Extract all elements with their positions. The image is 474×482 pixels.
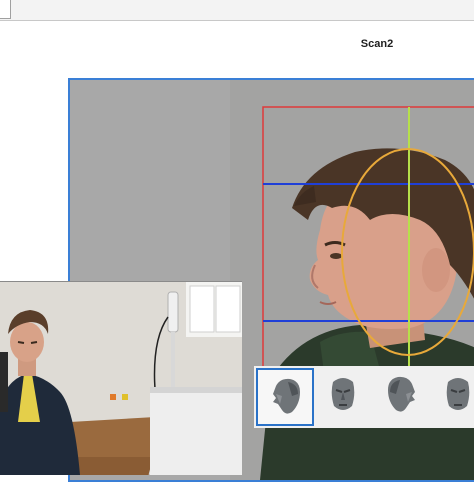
pose-thumb-2[interactable] bbox=[316, 368, 374, 426]
head-three-quarter-right-icon bbox=[388, 376, 415, 412]
room-camera-inset bbox=[0, 281, 242, 475]
window-topbar bbox=[0, 0, 474, 21]
head-front-small-icon bbox=[446, 378, 470, 410]
scan-title: Scan2 bbox=[360, 38, 394, 50]
room-camera-feed bbox=[0, 282, 242, 475]
head-three-quarter-left-icon bbox=[273, 378, 300, 414]
pose-thumb-3[interactable] bbox=[376, 368, 434, 426]
pose-thumbnail-strip bbox=[254, 366, 474, 428]
pose-thumb-1[interactable] bbox=[256, 368, 314, 426]
head-front-icon bbox=[331, 378, 355, 410]
window-tab-edge[interactable] bbox=[0, 0, 11, 19]
pose-thumb-4[interactable] bbox=[436, 368, 474, 426]
